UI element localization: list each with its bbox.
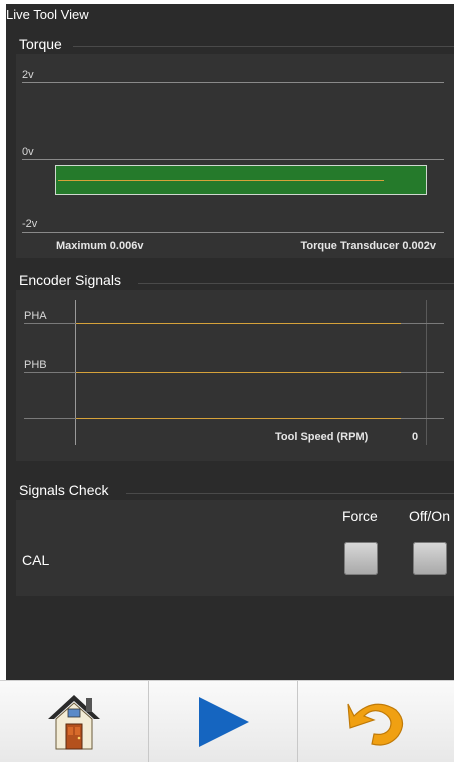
- live-tool-view-window: Live Tool View Torque 2v 0v -2v Maximum …: [6, 4, 454, 761]
- home-icon: [48, 694, 100, 749]
- signals-check-title-rule: [126, 493, 454, 494]
- torque-title-rule: [73, 46, 454, 47]
- tool-speed-value: 0: [412, 431, 419, 443]
- encoder-pha-label: PHA: [24, 310, 47, 322]
- play-icon: [199, 696, 249, 747]
- signals-check-title: Signals Check: [19, 482, 109, 498]
- cal-offon-checkbox[interactable]: [413, 542, 447, 575]
- torque-signal-trace: [58, 180, 384, 181]
- window-title: Live Tool View: [6, 7, 89, 22]
- torque-title: Torque: [19, 36, 62, 52]
- torque-line-mid: [22, 159, 444, 160]
- cal-row-label: CAL: [22, 552, 50, 568]
- torque-line-bottom: [22, 232, 444, 233]
- torque-transducer: Torque Transducer 0.002v: [300, 240, 436, 252]
- torque-panel: 2v 0v -2v Maximum 0.006v Torque Transduc…: [16, 54, 454, 258]
- undo-icon: [347, 703, 404, 746]
- torque-scale-bottom: -2v: [22, 218, 38, 230]
- bottom-toolbar: [0, 680, 454, 762]
- offon-column-header: Off/On: [409, 508, 450, 524]
- torque-level-bar: [55, 165, 427, 195]
- encoder-group: Encoder Signals PHA PHB Tool Speed (RPM)…: [16, 267, 454, 461]
- undo-button[interactable]: [298, 681, 454, 762]
- encoder-panel: PHA PHB Tool Speed (RPM) 0: [16, 290, 454, 461]
- encoder-pha-trace: [76, 323, 401, 324]
- cal-force-checkbox[interactable]: [344, 542, 378, 575]
- encoder-phb-trace: [76, 372, 401, 373]
- tool-speed-label: Tool Speed (RPM): [275, 431, 369, 443]
- torque-maximum: Maximum 0.006v: [56, 240, 144, 252]
- torque-scale-mid: 0v: [22, 146, 34, 158]
- signals-check-panel: Force Off/On CAL: [16, 500, 454, 596]
- encoder-phb-label: PHB: [24, 359, 47, 371]
- force-column-header: Force: [342, 508, 378, 524]
- home-button[interactable]: [0, 681, 149, 762]
- play-button[interactable]: [149, 681, 298, 762]
- encoder-title: Encoder Signals: [19, 272, 121, 288]
- encoder-speed-trace: [76, 418, 401, 419]
- torque-line-top: [22, 82, 444, 83]
- torque-group: Torque 2v 0v -2v Maximum 0.006v Torque T…: [16, 32, 454, 258]
- signals-check-group: Signals Check Force Off/On CAL: [16, 478, 454, 596]
- encoder-title-rule: [138, 283, 454, 284]
- torque-scale-top: 2v: [22, 69, 34, 81]
